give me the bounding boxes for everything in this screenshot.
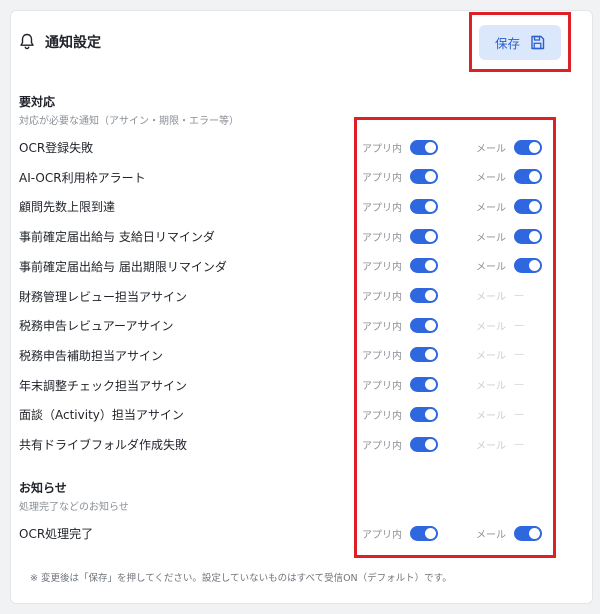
notification-label: AI-OCR利用枠アラート xyxy=(19,170,146,185)
notification-label: 顧問先数上限到達 xyxy=(19,200,116,215)
notification-label: 事前確定届出給与 届出期限リマインダ xyxy=(19,259,227,274)
page-title: 通知設定 xyxy=(19,32,101,52)
page-title-text: 通知設定 xyxy=(45,35,101,51)
notification-label: 税務申告レビュアーアサイン xyxy=(19,319,174,334)
section-title: お知らせ xyxy=(19,481,67,495)
notification-label: OCR登録失敗 xyxy=(19,141,94,155)
toggles-highlight-box xyxy=(354,117,556,558)
section-title: 要対応 xyxy=(19,95,56,109)
footnote: ※ 変更後は「保存」を押してください。設定していないものはすべて受信ON（デフォ… xyxy=(30,573,452,584)
save-button[interactable]: 保存 xyxy=(479,25,561,60)
notification-label: 共有ドライブフォルダ作成失敗 xyxy=(19,438,188,452)
section-description: 対応が必要な通知（アサイン・期限・エラー等） xyxy=(19,116,239,127)
notification-label: 事前確定届出給与 支給日リマインダ xyxy=(19,230,215,245)
notification-label: 年末調整チェック担当アサイン xyxy=(19,378,188,393)
floppy-disk-icon xyxy=(531,35,545,50)
section-description: 処理完了などのお知らせ xyxy=(19,502,129,513)
notification-label: 面談（Activity）担当アサイン xyxy=(19,408,184,423)
notification-label: 税務申告補助担当アサイン xyxy=(19,348,164,363)
save-button-label: 保存 xyxy=(494,36,520,51)
notification-label: 財務管理レビュー担当アサイン xyxy=(19,289,188,304)
notification-label: OCR処理完了 xyxy=(19,527,94,541)
bell-icon xyxy=(20,33,34,50)
